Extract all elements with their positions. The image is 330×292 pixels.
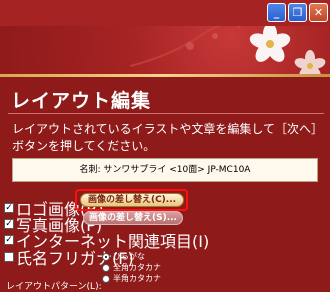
minimize-button[interactable]: _ [267, 3, 286, 22]
replace-photo-image-button[interactable]: 画像の差し替え(S)... [83, 211, 183, 225]
internet-items-checkbox[interactable]: ✓ [4, 235, 14, 245]
highlight-frame [75, 189, 188, 211]
halfwidth-katakana-radio[interactable] [102, 274, 110, 283]
decorative-header [0, 26, 330, 74]
hiragana-label: ひらがな [113, 252, 145, 261]
page-title: レイアウト編集 [11, 90, 152, 112]
fullwidth-katakana-radio[interactable] [102, 263, 110, 272]
restore-button[interactable]: ❐ [288, 3, 307, 22]
hiragana-radio[interactable] [102, 252, 110, 261]
close-button[interactable]: ✕ [309, 3, 328, 22]
branch-decoration-icon [130, 26, 240, 67]
window-title-bar: _ ❐ ✕ [0, 0, 330, 26]
layout-pattern-label: レイアウトパターン(L): [6, 282, 102, 292]
page-description: レイアウトされているイラストや文章を編集して［次へ］ボタンを押してください。 [12, 122, 324, 153]
name-furigana-checkbox[interactable] [4, 252, 14, 262]
window-controls: _ ❐ ✕ [267, 3, 328, 22]
furigana-hiragana-option[interactable]: ひらがな [102, 251, 145, 262]
fullwidth-katakana-label: 全角カタカナ [113, 263, 161, 272]
halfwidth-katakana-label: 半角カタカナ [113, 274, 161, 283]
furigana-halfwidth-katakana-option[interactable]: 半角カタカナ [102, 273, 161, 284]
furigana-fullwidth-katakana-option[interactable]: 全角カタカナ [102, 262, 161, 273]
flower-decoration-icon [249, 26, 326, 74]
title-divider [8, 113, 324, 114]
card-name-box: 名刺: サンワサプライ <10面> JP-MC10A [12, 158, 318, 182]
